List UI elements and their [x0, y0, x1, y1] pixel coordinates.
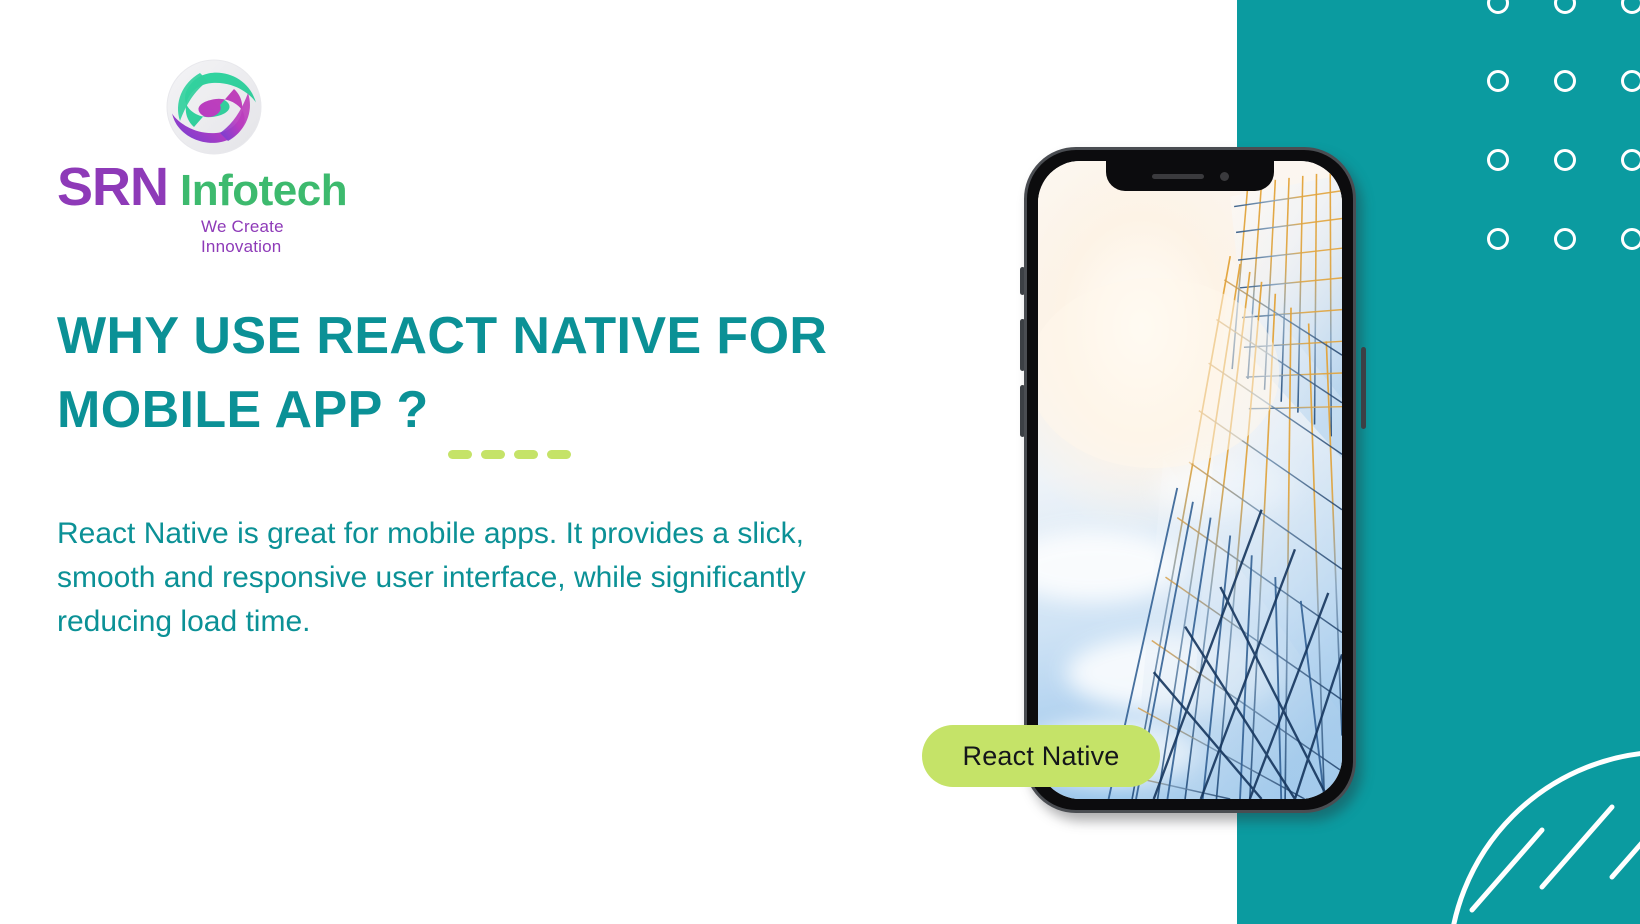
- react-native-badge[interactable]: React Native: [922, 725, 1160, 787]
- phone-mockup: [1020, 147, 1366, 821]
- power-button: [1361, 347, 1366, 429]
- wallpaper-skyscraper-photo: [1038, 161, 1342, 799]
- front-camera-icon: [1219, 171, 1229, 181]
- decor-dot: [1554, 228, 1576, 250]
- decor-dot: [1554, 149, 1576, 171]
- accent-dash: [448, 450, 472, 459]
- decor-dot: [1487, 0, 1509, 14]
- body-paragraph: React Native is great for mobile apps. I…: [57, 517, 806, 639]
- decor-dot: [1487, 149, 1509, 171]
- phone-body: [1024, 147, 1356, 813]
- decor-dot: [1487, 228, 1509, 250]
- decor-dot: [1554, 0, 1576, 14]
- slide-canvas: React Native SRN Infotech We Create Inno…: [0, 0, 1640, 924]
- phone-notch: [1106, 161, 1274, 191]
- decor-dot: [1487, 70, 1509, 92]
- headline-accent-dashes: [448, 450, 571, 459]
- react-native-badge-label: React Native: [962, 740, 1120, 771]
- page-title: WHY USE REACT NATIVE FOR MOBILE APP ?: [57, 307, 828, 439]
- dot-pattern-decor: [1487, 0, 1640, 272]
- accent-dash: [514, 450, 538, 459]
- decor-dot: [1621, 70, 1640, 92]
- accent-dash: [481, 450, 505, 459]
- decor-dot: [1554, 70, 1576, 92]
- phone-screen: [1038, 161, 1342, 799]
- skyscraper-graphic: [1038, 171, 1342, 799]
- brand-name-primary: SRN: [57, 157, 169, 217]
- brand-tagline: We Create Innovation: [201, 217, 284, 256]
- hatched-arc-decor: [1449, 751, 1640, 924]
- decor-dot: [1621, 0, 1640, 14]
- brand-logo[interactable]: SRN Infotech We Create Innovation: [57, 57, 367, 256]
- decor-dot: [1621, 228, 1640, 250]
- accent-dash: [547, 450, 571, 459]
- speaker-grille-icon: [1151, 173, 1204, 179]
- brand-name-secondary: Infotech: [180, 166, 348, 215]
- decor-dot: [1621, 149, 1640, 171]
- brand-wordmark: SRN Infotech: [57, 157, 367, 217]
- srn-swirl-logo-icon: [166, 59, 262, 155]
